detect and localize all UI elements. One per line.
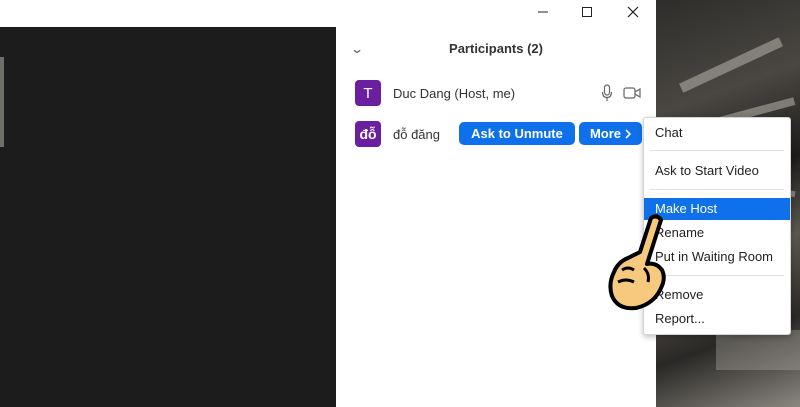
- more-button[interactable]: More: [579, 122, 642, 145]
- chevron-right-icon: [625, 128, 632, 139]
- maximize-button[interactable]: [573, 2, 601, 22]
- microphone-icon[interactable]: [601, 84, 613, 102]
- menu-divider: [650, 150, 784, 151]
- menu-divider: [650, 189, 784, 190]
- menu-item-chat[interactable]: Chat: [644, 122, 790, 144]
- video-thumbnail-edge: [0, 57, 4, 147]
- participant-row[interactable]: đỗ đỗ đăng Ask to Unmute More: [336, 121, 656, 149]
- ask-to-unmute-button[interactable]: Ask to Unmute: [459, 122, 575, 145]
- participant-row[interactable]: T Duc Dang (Host, me): [336, 80, 656, 108]
- participant-name: Duc Dang (Host, me): [393, 86, 516, 101]
- avatar: T: [355, 80, 381, 106]
- close-icon: [627, 6, 639, 18]
- more-button-label: More: [589, 126, 622, 141]
- pointing-hand-icon: [608, 214, 666, 311]
- panel-title-text: Participants: [449, 41, 524, 56]
- close-button[interactable]: [619, 2, 647, 22]
- video-camera-icon[interactable]: [623, 86, 641, 100]
- maximize-icon: [582, 7, 592, 17]
- minimize-icon: [538, 11, 548, 13]
- panel-title: Participants (2): [336, 41, 656, 56]
- participants-panel: ⌄ Participants (2) T Duc Dang (Host, me)…: [336, 0, 656, 407]
- participant-name: đỗ đăng: [393, 127, 440, 142]
- minimize-button[interactable]: [529, 2, 557, 22]
- participant-count: (2): [527, 41, 543, 56]
- menu-item-ask-to-start-video[interactable]: Ask to Start Video: [644, 160, 790, 182]
- video-area: [0, 27, 336, 407]
- avatar: đỗ: [355, 121, 381, 147]
